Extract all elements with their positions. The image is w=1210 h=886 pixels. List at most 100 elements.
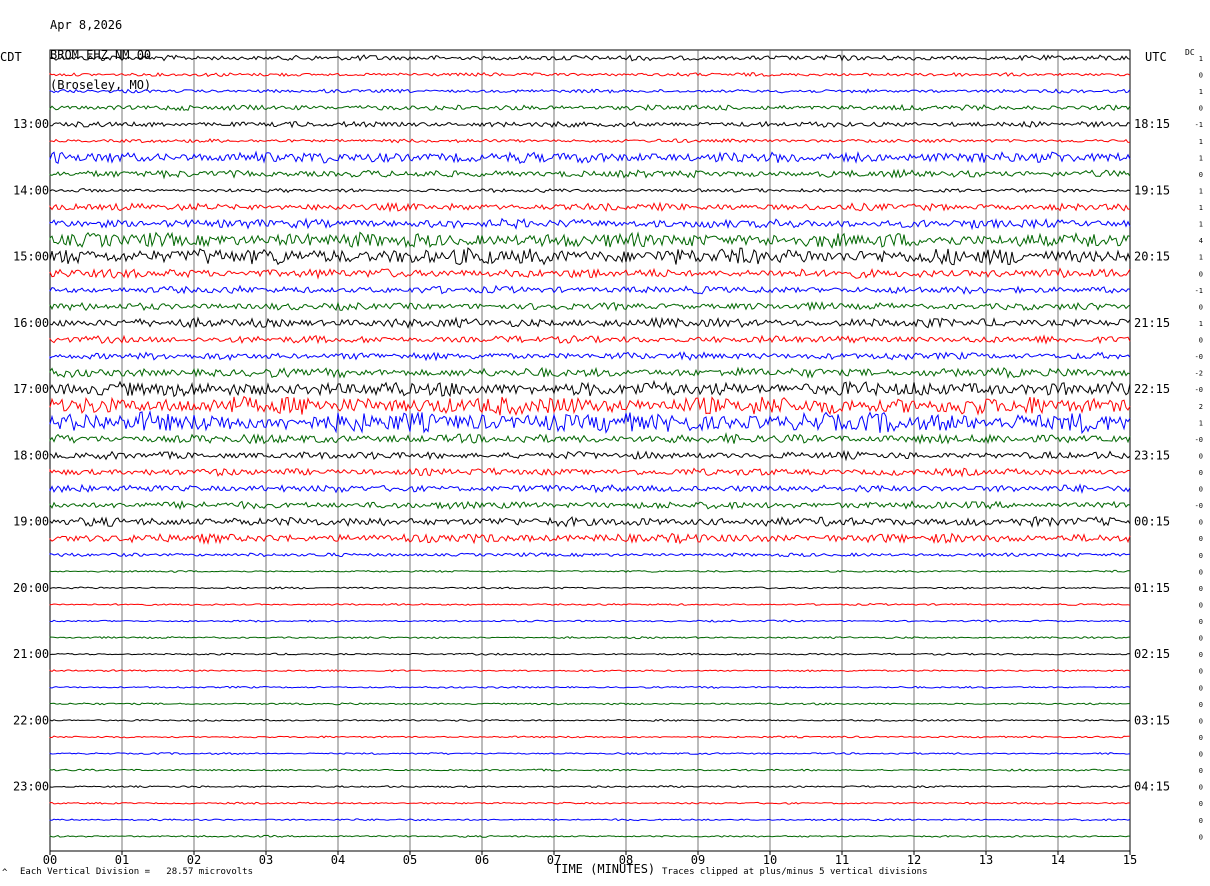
trace-line bbox=[49, 150, 1131, 165]
helicorder-plot: 13:00 14:00 15:00 16:00 17:00 18:00 19:00 20:00… bbox=[13, 49, 1203, 867]
dc-offset-value: -2 bbox=[1195, 370, 1203, 378]
trace-line bbox=[49, 718, 1131, 722]
x-tick-label: 10 bbox=[763, 853, 777, 867]
corner-mark: ^ bbox=[2, 868, 8, 878]
trace-line bbox=[49, 702, 1130, 706]
dc-offset-value: 0 bbox=[1199, 72, 1203, 80]
trace-line bbox=[49, 685, 1131, 689]
x-tick-label: 09 bbox=[691, 853, 705, 867]
right-time-label: 00:15 bbox=[1134, 515, 1170, 529]
right-time-label: 03:15 bbox=[1134, 713, 1170, 727]
trace-line bbox=[49, 785, 1131, 789]
dc-offset-value: 0 bbox=[1199, 751, 1203, 759]
x-tick-label: 12 bbox=[907, 853, 921, 867]
dc-offset-value: -0 bbox=[1195, 502, 1203, 510]
dc-offset-value: 0 bbox=[1199, 767, 1203, 775]
trace-line bbox=[49, 483, 1131, 494]
right-time-label: 04:15 bbox=[1134, 780, 1170, 794]
left-time-label: 13:00 bbox=[13, 117, 49, 131]
trace-line bbox=[49, 432, 1131, 445]
right-time-label: 02:15 bbox=[1134, 647, 1170, 661]
dc-offset-value: 0 bbox=[1199, 817, 1203, 825]
x-tick-label: 15 bbox=[1123, 853, 1137, 867]
dc-offset-value: 0 bbox=[1199, 833, 1203, 841]
trace-line bbox=[49, 467, 1131, 478]
trace-line bbox=[49, 366, 1131, 379]
dc-offset-value: 1 bbox=[1199, 187, 1203, 195]
x-tick-label: 03 bbox=[259, 853, 273, 867]
dc-offset-value: 0 bbox=[1199, 452, 1203, 460]
trace-line bbox=[49, 395, 1131, 416]
dc-offset-value: 0 bbox=[1199, 734, 1203, 742]
x-tick-label: 14 bbox=[1051, 853, 1065, 867]
dc-offset-value: 1 bbox=[1199, 154, 1203, 162]
left-time-label: 16:00 bbox=[13, 316, 49, 330]
right-time-label: 01:15 bbox=[1134, 581, 1170, 595]
trace-line bbox=[49, 602, 1131, 606]
trace-line bbox=[49, 120, 1131, 129]
dc-offset-value: 0 bbox=[1199, 668, 1203, 676]
dc-offset-value: 0 bbox=[1199, 618, 1203, 626]
trace-line bbox=[49, 351, 1131, 362]
dc-offset-value: 2 bbox=[1199, 403, 1203, 411]
trace-line bbox=[49, 751, 1131, 756]
trace-line bbox=[49, 168, 1131, 180]
dc-offset-value: 0 bbox=[1199, 486, 1203, 494]
right-time-label: 22:15 bbox=[1134, 382, 1170, 396]
dc-offset-value: 0 bbox=[1199, 701, 1203, 709]
x-tick-label: 02 bbox=[187, 853, 201, 867]
x-tick-label: 13 bbox=[979, 853, 993, 867]
dc-offset-value: 0 bbox=[1199, 171, 1203, 179]
trace-line bbox=[49, 569, 1131, 573]
trace-line bbox=[49, 409, 1131, 435]
dc-offset-value: 0 bbox=[1199, 800, 1203, 808]
dc-offset-value: 1 bbox=[1199, 204, 1203, 212]
x-tick-label: 05 bbox=[403, 853, 417, 867]
right-time-label: 20:15 bbox=[1134, 250, 1170, 264]
dc-offset-value: 1 bbox=[1199, 320, 1203, 328]
dc-offset-value: 0 bbox=[1199, 519, 1203, 527]
clip-text: Traces clipped at plus/minus 5 vertical … bbox=[662, 867, 928, 877]
right-time-label: 23:15 bbox=[1134, 448, 1170, 462]
trace-line bbox=[49, 552, 1131, 558]
x-tick-label: 11 bbox=[835, 853, 849, 867]
dc-offset-value: 4 bbox=[1199, 237, 1203, 245]
trace-line bbox=[49, 88, 1131, 94]
trace-line bbox=[49, 379, 1131, 398]
dc-offset-value: -0 bbox=[1195, 436, 1203, 444]
dc-offset-value: 0 bbox=[1199, 717, 1203, 725]
trace-line bbox=[49, 636, 1131, 640]
trace-line bbox=[49, 449, 1131, 462]
dc-offset-value: 1 bbox=[1199, 88, 1203, 96]
left-time-label: 15:00 bbox=[13, 250, 49, 264]
scale-text: Each Vertical Division = 28.57 microvolt… bbox=[20, 867, 253, 877]
dc-offset-value: 1 bbox=[1199, 138, 1203, 146]
dc-offset-value: 0 bbox=[1199, 568, 1203, 576]
dc-offset-value: 0 bbox=[1199, 535, 1203, 543]
trace-line bbox=[49, 532, 1131, 545]
trace-line bbox=[49, 187, 1131, 194]
trace-line bbox=[49, 54, 1131, 62]
x-tick-label: 06 bbox=[475, 853, 489, 867]
x-tick-label: 04 bbox=[331, 853, 345, 867]
left-time-label: 23:00 bbox=[13, 780, 49, 794]
trace-line bbox=[49, 300, 1131, 312]
trace-line bbox=[49, 834, 1130, 838]
trace-line bbox=[49, 138, 1131, 144]
x-tick-label: 01 bbox=[115, 853, 129, 867]
trace-line bbox=[49, 247, 1131, 266]
trace-line bbox=[49, 103, 1131, 112]
dc-offset-value: -0 bbox=[1195, 353, 1203, 361]
trace-line bbox=[49, 71, 1131, 78]
trace-line bbox=[49, 586, 1131, 590]
trace-line bbox=[49, 768, 1131, 772]
left-time-label: 17:00 bbox=[13, 382, 49, 396]
left-time-label: 14:00 bbox=[13, 183, 49, 197]
dc-offset-value: 0 bbox=[1199, 303, 1203, 311]
dc-offset-value: 0 bbox=[1199, 784, 1203, 792]
right-time-label: 18:15 bbox=[1134, 117, 1170, 131]
right-time-label: 19:15 bbox=[1134, 183, 1170, 197]
left-time-label: 20:00 bbox=[13, 581, 49, 595]
trace-line bbox=[49, 818, 1131, 822]
dc-offset-value: 1 bbox=[1199, 254, 1203, 262]
